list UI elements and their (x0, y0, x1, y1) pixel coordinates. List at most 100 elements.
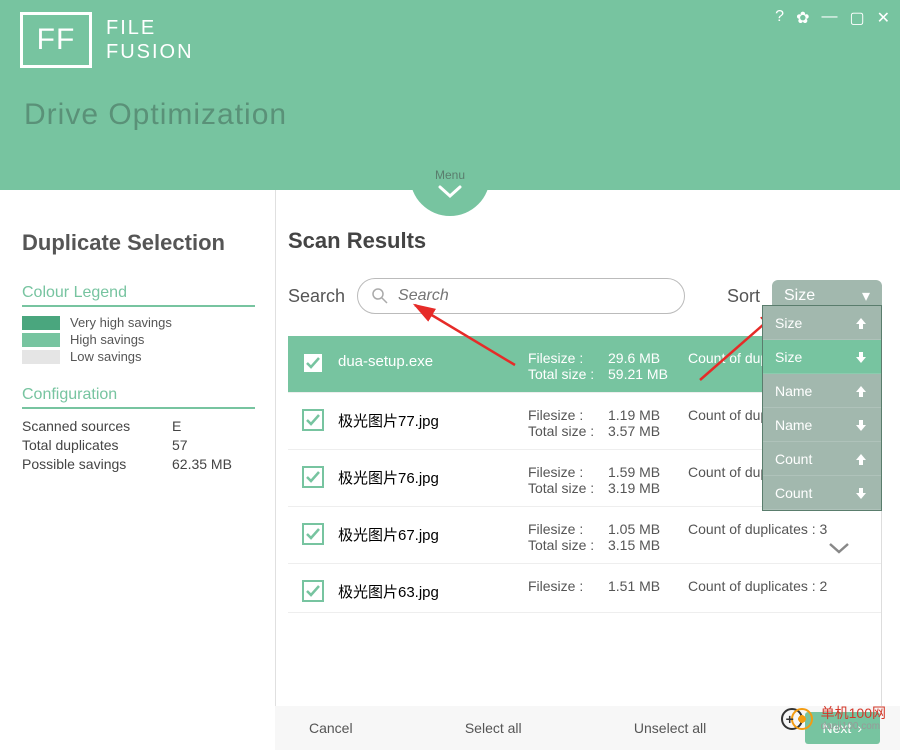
config-title: Configuration (22, 386, 255, 409)
result-checkbox[interactable] (302, 523, 324, 545)
config-label: Scanned sources (22, 418, 172, 434)
unselect-all-button[interactable]: Unselect all (620, 712, 720, 744)
arrow-down-icon (853, 417, 869, 433)
app-name-line2: FUSION (106, 40, 194, 64)
results-title: Scan Results (288, 228, 882, 254)
config-value: 62.35 MB (172, 456, 232, 472)
filesize-value: 1.51 MB (608, 578, 688, 594)
result-checkbox[interactable] (302, 352, 324, 374)
close-icon[interactable]: ✕ (877, 8, 890, 28)
result-filename: 极光图片63.jpg (338, 578, 528, 602)
legend-swatch (22, 316, 60, 330)
legend-swatch (22, 333, 60, 347)
totalsize-label: Total size : (528, 537, 608, 553)
gear-icon[interactable]: ✿ (796, 8, 809, 28)
sort-option-name-up[interactable]: Name (763, 374, 881, 408)
totalsize-value: 3.15 MB (608, 537, 688, 553)
app-name-line1: FILE (106, 16, 194, 40)
config-row: Possible savings62.35 MB (22, 456, 255, 472)
result-row[interactable]: 极光图片63.jpg Filesize :1.51 MBCount of dup… (288, 564, 881, 613)
result-filename: 极光图片77.jpg (338, 407, 528, 439)
sort-option-count-up[interactable]: Count (763, 442, 881, 476)
logo-area: FF FILE FUSION (0, 0, 900, 68)
sort-option-label: Size (775, 315, 802, 331)
sort-option-size-up[interactable]: Size (763, 306, 881, 340)
config-label: Total duplicates (22, 437, 172, 453)
watermark-cn: 单机100网 (821, 706, 886, 721)
totalsize-value: 3.19 MB (608, 480, 688, 496)
legend-label: Very high savings (70, 315, 172, 330)
totalsize-label: Total size : (528, 423, 608, 439)
totalsize-label: Total size : (528, 480, 608, 496)
legend-row: Low savings (22, 349, 255, 364)
count-label: Count of duplicates : 3 (688, 521, 827, 537)
result-checkbox[interactable] (302, 466, 324, 488)
legend-title: Colour Legend (22, 284, 255, 307)
filesize-label: Filesize : (528, 407, 608, 423)
chevron-down-icon[interactable] (827, 541, 851, 555)
arrow-down-icon (853, 349, 869, 365)
count-label: Count of dup (688, 407, 768, 423)
result-checkbox[interactable] (302, 409, 324, 431)
totalsize-label: Total size : (528, 366, 608, 382)
minimize-icon[interactable]: — (821, 8, 837, 28)
filesize-value: 1.05 MB (608, 521, 688, 537)
filesize-value: 1.19 MB (608, 407, 688, 423)
result-info: Filesize :1.51 MBCount of duplicates : 2 (528, 578, 865, 602)
config-row: Total duplicates57 (22, 437, 255, 453)
window-controls: ? ✿ — ▢ ✕ (775, 8, 890, 28)
help-icon[interactable]: ? (775, 8, 784, 28)
config-value: E (172, 418, 181, 434)
watermark-logo-icon: + (781, 707, 815, 731)
arrow-up-icon (853, 451, 869, 467)
sort-dropdown: Size Size Name Name Count Count (762, 305, 882, 511)
result-info: Filesize :1.05 MBCount of duplicates : 3… (528, 521, 865, 553)
menu-label: Menu (435, 168, 465, 182)
config-row: Scanned sourcesE (22, 418, 255, 434)
result-filename: 极光图片76.jpg (338, 464, 528, 496)
result-checkbox[interactable] (302, 580, 324, 602)
filesize-label: Filesize : (528, 464, 608, 480)
arrow-down-icon (853, 485, 869, 501)
totalsize-value: 3.57 MB (608, 423, 688, 439)
result-filename: 极光图片67.jpg (338, 521, 528, 553)
annotation-arrow-1 (405, 295, 525, 375)
config-label: Possible savings (22, 456, 172, 472)
search-icon (372, 288, 388, 304)
count-label: Count of dup (688, 464, 768, 480)
legend-label: High savings (70, 332, 144, 347)
select-all-button[interactable]: Select all (451, 712, 536, 744)
sort-option-size-down[interactable]: Size (763, 340, 881, 374)
header: ? ✿ — ▢ ✕ FF FILE FUSION Drive Optimizat… (0, 0, 900, 190)
count-label: Count of duplicates : 2 (688, 578, 827, 594)
maximize-icon[interactable]: ▢ (849, 8, 864, 28)
watermark: + 单机100网 danji100.com (781, 706, 886, 732)
dropdown-caret-icon: ▾ (862, 286, 870, 306)
page-title: Drive Optimization (0, 68, 900, 132)
legend-swatch (22, 350, 60, 364)
result-row[interactable]: 极光图片67.jpg Filesize :1.05 MBCount of dup… (288, 507, 881, 564)
filesize-label: Filesize : (528, 350, 608, 366)
cancel-button[interactable]: Cancel (295, 712, 367, 744)
sort-option-label: Name (775, 383, 812, 399)
watermark-en: danji100.com (821, 721, 886, 732)
filesize-value: 29.6 MB (608, 350, 688, 366)
legend-row: High savings (22, 332, 255, 347)
content: Duplicate Selection Colour Legend Very h… (0, 190, 900, 750)
sort-option-label: Count (775, 451, 812, 467)
main-panel: Scan Results Search Sort Size ▾ dua-setu… (275, 190, 900, 750)
sort-option-label: Size (775, 349, 802, 365)
filesize-label: Filesize : (528, 521, 608, 537)
sort-option-name-down[interactable]: Name (763, 408, 881, 442)
totalsize-value: 59.21 MB (608, 366, 688, 382)
sort-option-count-down[interactable]: Count (763, 476, 881, 510)
legend-label: Low savings (70, 349, 142, 364)
arrow-up-icon (853, 383, 869, 399)
sort-option-label: Name (775, 417, 812, 433)
logo-box: FF (20, 12, 92, 68)
filesize-value: 1.59 MB (608, 464, 688, 480)
sidebar-title: Duplicate Selection (22, 230, 255, 256)
filesize-label: Filesize : (528, 578, 608, 594)
config-value: 57 (172, 437, 188, 453)
sort-option-label: Count (775, 485, 812, 501)
